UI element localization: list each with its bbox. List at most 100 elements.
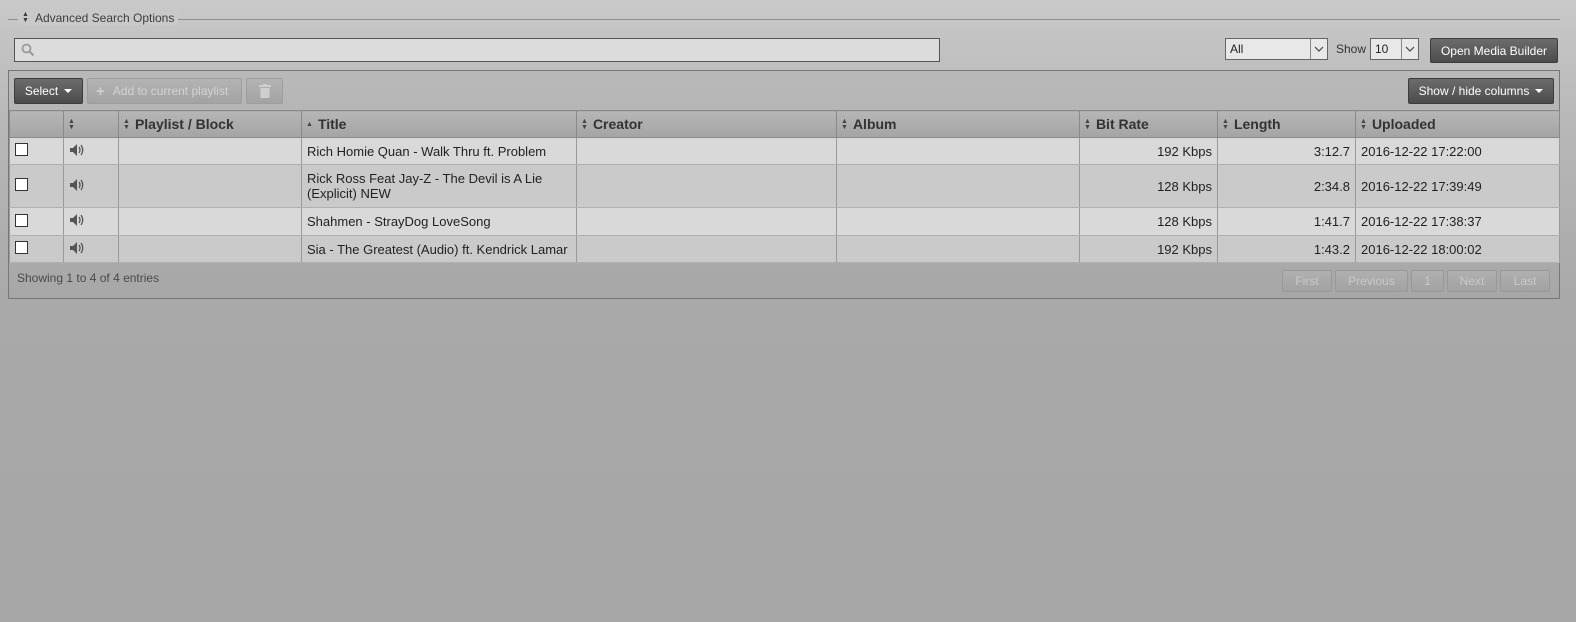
title-cell: Shahmen - StrayDog LoveSong: [301, 207, 577, 236]
row-checkbox[interactable]: [15, 143, 28, 156]
header-label: Bit Rate: [1095, 116, 1149, 132]
search-input[interactable]: [39, 39, 933, 63]
chevron-down-icon: [1401, 39, 1418, 59]
row-checkbox-cell: [9, 164, 64, 208]
add-to-playlist-button[interactable]: + Add to current playlist: [87, 78, 242, 104]
chevron-down-icon: [1310, 39, 1327, 59]
header-bit-rate[interactable]: ▲ ▼ Bit Rate: [1079, 110, 1218, 138]
bitrate-cell: 128 Kbps: [1079, 207, 1218, 236]
sort-icon: ▲ ▼: [1222, 118, 1229, 132]
page-size-select[interactable]: 10: [1370, 38, 1419, 60]
row-checkbox-cell: [9, 235, 64, 263]
creator-cell: [576, 207, 837, 236]
plus-icon: +: [96, 82, 105, 100]
pager-last-label: Last: [1513, 274, 1537, 288]
preview-cell: [63, 137, 119, 165]
page-size-label: Show: [1336, 42, 1367, 56]
creator-cell: [576, 235, 837, 263]
header-playlist-block[interactable]: ▲ ▼ Playlist / Block: [118, 110, 302, 138]
header-length[interactable]: ▲ ▼ Length: [1217, 110, 1356, 138]
header-label: Creator: [592, 116, 643, 132]
length-cell: 3:12.7: [1217, 137, 1356, 165]
sort-icon: ▲ ▼: [68, 118, 75, 132]
sort-icon: ▲ ▼: [1084, 118, 1091, 132]
table-row[interactable]: Rich Homie Quan - Walk Thru ft. Problem …: [9, 137, 1560, 165]
playlist-cell: [118, 164, 302, 208]
pager-next-label: Next: [1459, 274, 1485, 288]
header-title[interactable]: ▲ Title: [301, 110, 577, 138]
header-checkbox-column: [9, 110, 64, 138]
pager-page-1-button[interactable]: 1: [1411, 270, 1444, 292]
pager-last-button[interactable]: Last: [1500, 270, 1550, 292]
creator-cell: [576, 164, 837, 208]
caret-down-icon: [64, 89, 73, 93]
pager-page-label: 1: [1424, 274, 1431, 288]
table-header-row: ▲ ▼ ▲ ▼ Playlist / Block ▲ Title ▲ ▼ Creator ▲…: [9, 110, 1560, 138]
header-uploaded[interactable]: ▲ ▼ Uploaded: [1355, 110, 1560, 138]
uploaded-cell: 2016-12-22 18:00:02: [1355, 235, 1560, 263]
row-checkbox[interactable]: [15, 241, 28, 254]
show-hide-columns-label: Show / hide columns: [1418, 84, 1530, 98]
advanced-search-toggle[interactable]: ▲ ▼ Advanced Search Options: [18, 11, 179, 25]
preview-cell: [63, 164, 119, 208]
sort-icon: ▲ ▼: [1360, 118, 1367, 132]
header-label: Uploaded: [1371, 116, 1436, 132]
uploaded-cell: 2016-12-22 17:39:49: [1355, 164, 1560, 208]
header-label: Album: [852, 116, 897, 132]
sort-ascending-icon: ▲: [306, 121, 313, 129]
advanced-search-label: Advanced Search Options: [34, 11, 175, 25]
sort-toggle-icon: ▲ ▼: [22, 11, 29, 24]
table-row[interactable]: Rick Ross Feat Jay-Z - The Devil is A Li…: [9, 164, 1560, 208]
length-cell: 1:43.2: [1217, 235, 1356, 263]
uploaded-cell: 2016-12-22 17:22:00: [1355, 137, 1560, 165]
length-cell: 1:41.7: [1217, 207, 1356, 236]
preview-cell: [63, 235, 119, 263]
pager-next-button[interactable]: Next: [1447, 270, 1497, 292]
pager-previous-label: Previous: [1348, 274, 1395, 288]
playlist-cell: [118, 137, 302, 165]
select-label: Select: [24, 84, 59, 98]
search-box[interactable]: [14, 38, 940, 63]
header-album[interactable]: ▲ ▼ Album: [836, 110, 1080, 138]
playlist-cell: [118, 235, 302, 263]
sort-icon: ▲ ▼: [581, 118, 588, 132]
table-row[interactable]: Shahmen - StrayDog LoveSong 128 Kbps 1:4…: [9, 207, 1560, 236]
open-media-builder-button[interactable]: Open Media Builder: [1430, 38, 1558, 63]
album-cell: [836, 164, 1080, 208]
header-preview-column[interactable]: ▲ ▼: [63, 110, 119, 138]
sort-icon: ▲ ▼: [841, 118, 848, 132]
speaker-icon[interactable]: [69, 241, 87, 255]
bitrate-cell: 192 Kbps: [1079, 235, 1218, 263]
header-creator[interactable]: ▲ ▼ Creator: [576, 110, 837, 138]
row-checkbox-cell: [9, 207, 64, 236]
library-panel: Select + Add to current playlist Show / …: [8, 70, 1560, 299]
header-label: Title: [317, 116, 347, 132]
playlist-cell: [118, 207, 302, 236]
creator-cell: [576, 137, 837, 165]
title-cell: Rick Ross Feat Jay-Z - The Devil is A Li…: [301, 164, 577, 208]
uploaded-cell: 2016-12-22 17:38:37: [1355, 207, 1560, 236]
album-cell: [836, 137, 1080, 165]
page-size-value: 10: [1375, 42, 1389, 56]
album-cell: [836, 207, 1080, 236]
pager-first-label: First: [1295, 274, 1319, 288]
show-hide-columns-button[interactable]: Show / hide columns: [1408, 78, 1554, 104]
delete-button[interactable]: [246, 78, 283, 104]
advanced-search-fieldset: ▲ ▼ Advanced Search Options: [8, 10, 1560, 28]
speaker-icon[interactable]: [69, 178, 87, 192]
select-dropdown-button[interactable]: Select: [14, 78, 83, 104]
table-row[interactable]: Sia - The Greatest (Audio) ft. Kendrick …: [9, 235, 1560, 263]
row-checkbox[interactable]: [15, 213, 28, 227]
speaker-icon[interactable]: [69, 143, 87, 157]
speaker-icon[interactable]: [69, 213, 87, 227]
header-label: Playlist / Block: [134, 116, 234, 132]
add-to-playlist-label: Add to current playlist: [112, 84, 229, 98]
trash-icon: [258, 84, 271, 98]
pager-first-button[interactable]: First: [1282, 270, 1332, 292]
album-cell: [836, 235, 1080, 263]
row-checkbox[interactable]: [15, 178, 28, 191]
sort-icon: ▲ ▼: [123, 118, 130, 132]
pager-previous-button[interactable]: Previous: [1335, 270, 1408, 292]
type-filter-select[interactable]: All: [1225, 38, 1328, 60]
bitrate-cell: 128 Kbps: [1079, 164, 1218, 208]
